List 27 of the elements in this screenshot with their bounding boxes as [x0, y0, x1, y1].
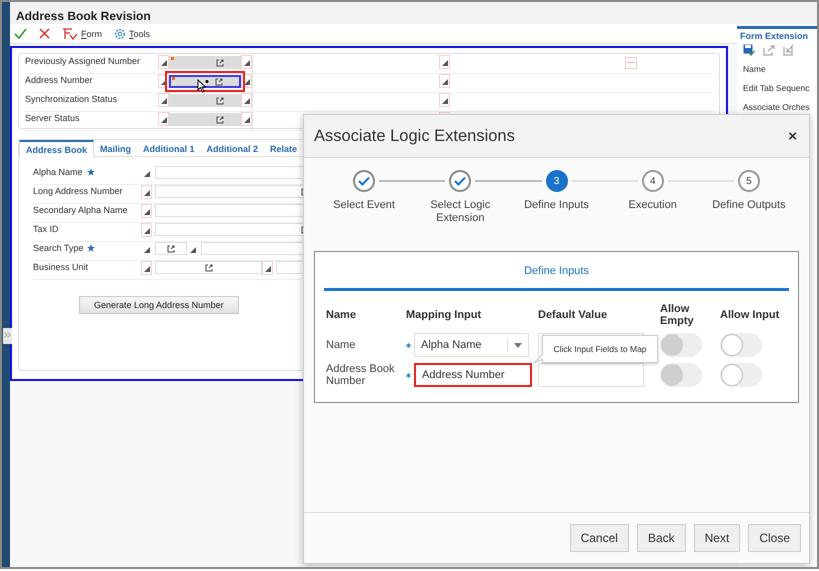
field-label: Server Status	[25, 112, 81, 125]
field-label: Previously Assigned Number	[25, 55, 142, 68]
field-label: Alpha Name	[33, 167, 83, 177]
panel-title: Form Extension	[740, 30, 810, 43]
field-label: Secondary Alpha Name	[33, 205, 128, 215]
step-label: Select Logic Extension	[429, 199, 492, 225]
field-label: Business Unit	[33, 262, 88, 272]
column-header: Allow Empty	[660, 303, 695, 327]
column-header: Allow Input	[720, 309, 780, 321]
column-header: Mapping Input	[406, 309, 482, 321]
field-label: Long Address Number	[33, 186, 123, 196]
column-header: Default Value	[538, 309, 608, 321]
input-name: Name	[326, 339, 356, 351]
input-name: Address Book Number	[326, 363, 396, 387]
field-label: Tax ID	[33, 224, 59, 234]
column-header: Name	[326, 309, 357, 321]
section-title: Define Inputs	[524, 265, 589, 277]
dialog-title: Associate Logic Extensions	[314, 126, 515, 146]
step-label: Execution	[628, 199, 678, 212]
field-label: Address Number	[25, 74, 94, 87]
step-label: Define Outputs	[711, 199, 787, 212]
step-label: Select Event	[332, 199, 396, 212]
field-label: Search Type	[33, 243, 84, 253]
window-title: Address Book Revision	[16, 9, 151, 23]
field-label: Synchronization Status	[25, 93, 118, 106]
tooltip: Click Input Fields to Map	[542, 335, 658, 363]
step-label: Define Inputs	[523, 199, 590, 212]
